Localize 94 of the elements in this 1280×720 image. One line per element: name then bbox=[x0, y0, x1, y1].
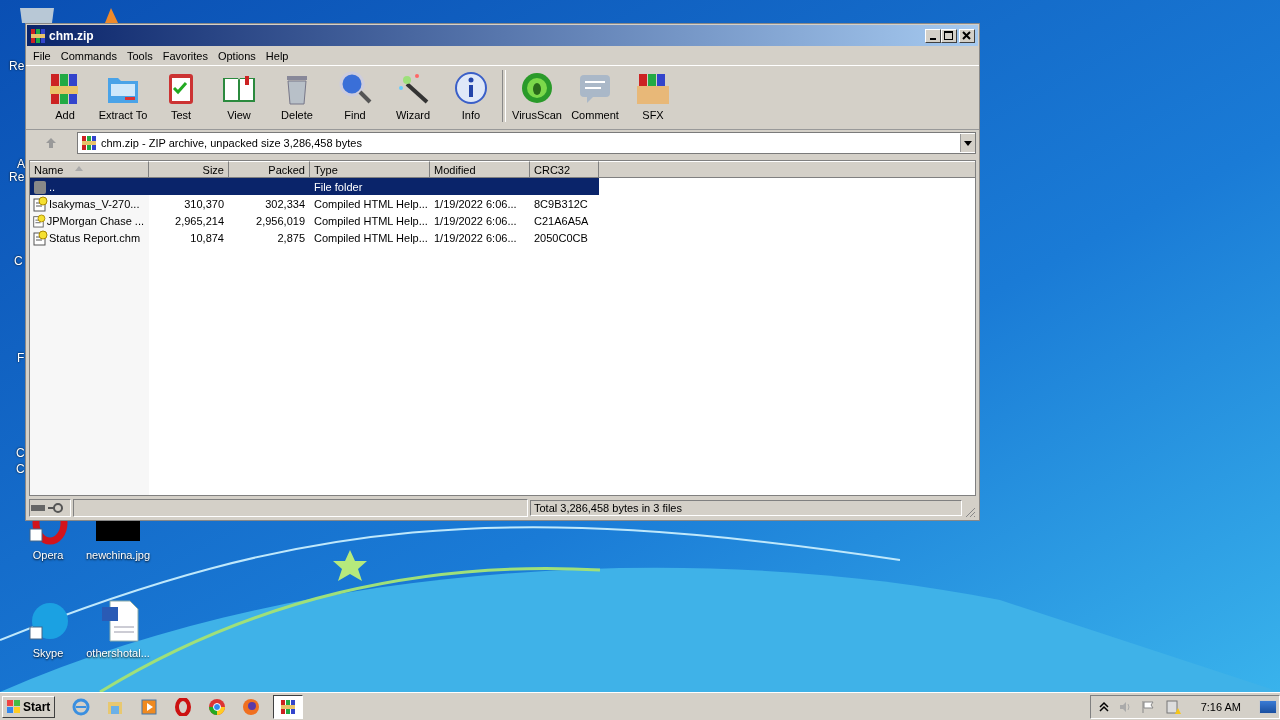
menu-item[interactable]: File bbox=[28, 50, 56, 62]
status-text: Total 3,286,458 bytes in 3 files bbox=[530, 500, 962, 516]
table-cell: 1/19/2022 6:06... bbox=[434, 214, 517, 227]
table-cell: 2,875 bbox=[277, 231, 305, 244]
archive-icon bbox=[279, 697, 298, 716]
table-cell: 1/19/2022 6:06... bbox=[434, 197, 517, 210]
column-header[interactable]: Packed bbox=[229, 161, 310, 178]
toolbar-button[interactable]: Find bbox=[328, 70, 382, 121]
table-cell: .. bbox=[49, 180, 56, 193]
info-icon bbox=[453, 70, 489, 106]
minimize-button[interactable] bbox=[925, 28, 941, 43]
menu-item[interactable]: Commands bbox=[55, 50, 122, 62]
desktop-icon-label: F bbox=[17, 351, 25, 365]
desktop-icon-label: C bbox=[16, 462, 25, 476]
desktop-icon-label: Re bbox=[9, 170, 25, 184]
resize-grip[interactable] bbox=[964, 506, 976, 518]
play-icon bbox=[140, 697, 159, 716]
table-cell: C21A6A5A bbox=[534, 214, 589, 227]
caret-icon bbox=[964, 140, 972, 146]
toolbar-button[interactable]: Test bbox=[154, 70, 208, 121]
up-arrow-icon bbox=[45, 137, 57, 149]
table-cell: File folder bbox=[314, 180, 363, 193]
table-cell: 10,874 bbox=[190, 231, 224, 244]
menu-item[interactable]: Favorites bbox=[157, 50, 213, 62]
star-icon bbox=[332, 550, 368, 582]
toolbar-button[interactable]: Info bbox=[444, 70, 498, 121]
column-header[interactable]: Name bbox=[30, 161, 149, 178]
chrome-icon bbox=[208, 697, 227, 716]
menu-item[interactable]: Help bbox=[260, 50, 294, 62]
trash-bin-icon[interactable] bbox=[20, 8, 54, 23]
maximize-icon bbox=[944, 30, 954, 41]
file-row[interactable]: Status Report.chm 10,874 2,875 Compiled HTML Help... 1/19/2022 6:06... 2050C0CB bbox=[30, 229, 599, 246]
desktop-icon-label: Re bbox=[9, 59, 25, 73]
address-field[interactable]: chm.zip - ZIP archive, unpacked size 3,286,458 bytes bbox=[77, 132, 976, 154]
toolbar-button[interactable]: Comment bbox=[568, 70, 622, 121]
desktop-icon-label: othershotal... bbox=[86, 647, 150, 659]
drive-key-icon bbox=[30, 502, 64, 514]
table-cell: 2050C0CB bbox=[534, 231, 588, 244]
cone-icon[interactable] bbox=[105, 8, 118, 23]
table-cell: Status Report.chm bbox=[49, 231, 141, 244]
file-row[interactable]: Isakymas_V-270... 310,370 302,334 Compiled HTML Help... 1/19/2022 6:06... 8C9B312C bbox=[30, 195, 599, 212]
menu-item[interactable]: Options bbox=[212, 50, 261, 62]
file-row[interactable]: JPMorgan Chase ... 2,965,214 2,956,019 Compiled HTML Help... 1/19/2022 6:06... C21A6A5A bbox=[30, 212, 599, 229]
toolbar-button[interactable]: SFX bbox=[626, 70, 680, 121]
start-button[interactable]: Start bbox=[2, 695, 56, 718]
browser-icon bbox=[72, 697, 91, 716]
windows-logo-icon bbox=[7, 699, 21, 714]
close-button[interactable] bbox=[959, 28, 975, 43]
table-cell: Isakymas_V-270... bbox=[49, 197, 140, 210]
table-cell: 1/19/2022 6:06... bbox=[434, 231, 517, 244]
table-cell: Compiled HTML Help... bbox=[314, 197, 428, 210]
archive-icon bbox=[30, 27, 46, 44]
folder-icon bbox=[32, 178, 48, 195]
bug-icon bbox=[519, 70, 555, 106]
table-cell: 310,370 bbox=[184, 197, 224, 210]
dropdown-button[interactable] bbox=[960, 134, 975, 152]
desktop-icon-label: C bbox=[16, 446, 25, 460]
column-header[interactable]: Modified bbox=[430, 161, 530, 178]
desktop-icon-label: Opera bbox=[32, 549, 64, 561]
show-desktop-button[interactable] bbox=[1259, 699, 1277, 714]
chevron-icon[interactable] bbox=[1098, 700, 1109, 713]
close-icon bbox=[962, 30, 972, 41]
desktop-icon-label: Skype bbox=[32, 647, 64, 659]
firefox-icon bbox=[242, 697, 261, 716]
clock[interactable]: 7:16 AM bbox=[1200, 700, 1241, 713]
toolbar-button[interactable]: View bbox=[212, 70, 266, 121]
toolbar-button[interactable]: Wizard bbox=[386, 70, 440, 121]
table-cell: 2,956,019 bbox=[256, 214, 305, 227]
archive-icon bbox=[81, 135, 97, 151]
table-cell: Compiled HTML Help... bbox=[314, 231, 428, 244]
minimize-icon bbox=[930, 37, 936, 40]
column-header[interactable]: CRC32 bbox=[530, 161, 599, 178]
search-icon bbox=[337, 70, 373, 106]
toolbar-button[interactable]: VirusScan bbox=[510, 70, 564, 121]
toolbar-button[interactable]: Add bbox=[38, 70, 92, 121]
table-cell: JPMorgan Chase ... bbox=[46, 214, 144, 227]
maximize-button[interactable] bbox=[941, 28, 957, 43]
menu-item[interactable]: Tools bbox=[122, 50, 158, 62]
table-cell: Compiled HTML Help... bbox=[314, 214, 428, 227]
table-cell: 8C9B312C bbox=[534, 197, 588, 210]
table-cell: 302,334 bbox=[265, 197, 305, 210]
desktop-icon-label: C bbox=[14, 254, 23, 268]
toolbar-button[interactable]: Extract To bbox=[96, 70, 150, 121]
toolbar-button[interactable]: Delete bbox=[270, 70, 324, 121]
taskbar-button[interactable] bbox=[273, 694, 304, 719]
desktop-icon-label: newchina.jpg bbox=[85, 549, 151, 561]
flag-icon[interactable] bbox=[1140, 699, 1157, 714]
table-cell: 2,965,214 bbox=[175, 214, 224, 227]
desktop-icon-label: A bbox=[17, 157, 25, 171]
window-title: chm.zip bbox=[49, 28, 95, 43]
column-header[interactable]: Size bbox=[149, 161, 229, 178]
opera-icon bbox=[174, 697, 193, 716]
file-row[interactable]: .. File folder bbox=[30, 178, 599, 195]
column-header[interactable]: Type bbox=[310, 161, 430, 178]
